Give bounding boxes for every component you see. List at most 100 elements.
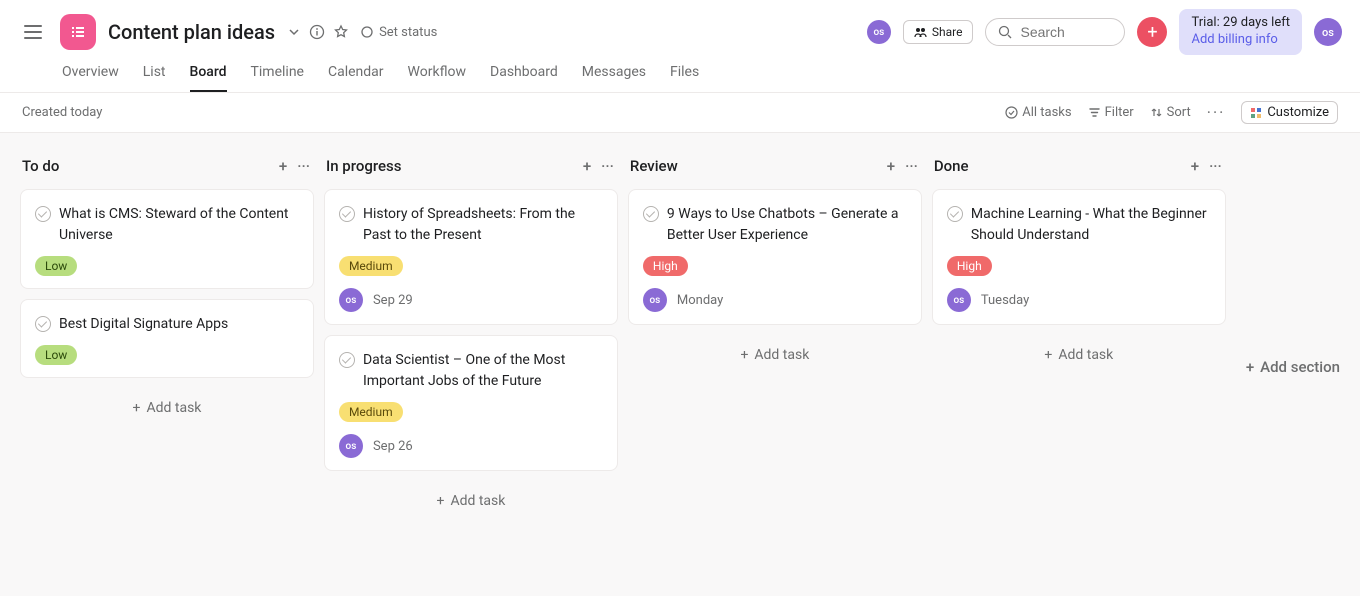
info-icon[interactable] [309, 24, 325, 40]
sort-button[interactable]: Sort [1150, 105, 1191, 120]
add-section-button[interactable]: + Add section [1236, 151, 1340, 578]
priority-badge: High [643, 256, 688, 276]
column-title[interactable]: Done [934, 157, 1183, 175]
priority-badge: Low [35, 256, 77, 276]
column-title[interactable]: In progress [326, 157, 575, 175]
assignee-avatar[interactable]: os [643, 288, 667, 312]
column-todo: To do + ··· What is CMS: Steward of the … [20, 151, 314, 578]
complete-check-icon[interactable] [35, 316, 51, 332]
priority-badge: Medium [339, 402, 403, 422]
task-date: Monday [677, 293, 723, 308]
assignee-avatar[interactable]: os [339, 434, 363, 458]
column-more-icon[interactable]: ··· [295, 155, 312, 177]
filter-label: Filter [1105, 105, 1134, 120]
plus-icon: + [436, 493, 444, 509]
tab-board[interactable]: Board [190, 56, 227, 92]
column-review: Review + ··· 9 Ways to Use Chatbots – Ge… [628, 151, 922, 578]
priority-badge: Low [35, 345, 77, 365]
share-label: Share [932, 25, 963, 39]
tab-files[interactable]: Files [670, 56, 699, 92]
set-status-label: Set status [379, 25, 437, 40]
priority-badge: Medium [339, 256, 403, 276]
add-task-button[interactable]: + Add task [628, 335, 922, 375]
add-task-label: Add task [754, 347, 809, 363]
plus-icon: + [1246, 358, 1254, 376]
add-task-button[interactable]: + Add task [20, 388, 314, 428]
project-title[interactable]: Content plan ideas [108, 20, 275, 44]
member-avatar[interactable]: os [867, 20, 891, 44]
menu-icon[interactable] [18, 19, 48, 45]
star-icon[interactable] [333, 24, 349, 40]
trial-text: Trial: 29 days left [1191, 15, 1290, 32]
sort-icon [1150, 106, 1163, 119]
customize-button[interactable]: Customize [1241, 101, 1338, 124]
task-card[interactable]: History of Spreadsheets: From the Past t… [324, 189, 618, 325]
tab-timeline[interactable]: Timeline [251, 56, 304, 92]
all-tasks-label: All tasks [1022, 105, 1071, 120]
complete-check-icon[interactable] [339, 206, 355, 222]
plus-icon: + [1044, 347, 1052, 363]
task-card[interactable]: What is CMS: Steward of the Content Univ… [20, 189, 314, 289]
set-status-button[interactable]: Set status [361, 25, 437, 40]
assignee-avatar[interactable]: os [339, 288, 363, 312]
chevron-down-icon[interactable] [287, 25, 301, 39]
tab-messages[interactable]: Messages [582, 56, 646, 92]
column-title[interactable]: To do [22, 157, 271, 175]
tab-dashboard[interactable]: Dashboard [490, 56, 558, 92]
project-tabs: Overview List Board Timeline Calendar Wo… [0, 56, 1360, 93]
search-icon [998, 25, 1012, 39]
search-box[interactable] [985, 18, 1125, 46]
task-card[interactable]: Machine Learning - What the Beginner Sho… [932, 189, 1226, 325]
complete-check-icon[interactable] [35, 206, 51, 222]
top-header: Content plan ideas Set status os Share +… [0, 0, 1360, 56]
task-card[interactable]: Data Scientist – One of the Most Importa… [324, 335, 618, 471]
complete-check-icon[interactable] [643, 206, 659, 222]
complete-check-icon[interactable] [339, 352, 355, 368]
task-title: Machine Learning - What the Beginner Sho… [971, 204, 1211, 246]
column-more-icon[interactable]: ··· [903, 155, 920, 177]
column-done: Done + ··· Machine Learning - What the B… [932, 151, 1226, 578]
search-input[interactable] [1020, 24, 1110, 40]
task-card[interactable]: 9 Ways to Use Chatbots – Generate a Bett… [628, 189, 922, 325]
column-add-icon[interactable]: + [581, 155, 593, 177]
column-more-icon[interactable]: ··· [1207, 155, 1224, 177]
assignee-avatar[interactable]: os [947, 288, 971, 312]
board-area: To do + ··· What is CMS: Steward of the … [0, 133, 1360, 596]
filter-icon [1088, 106, 1101, 119]
user-avatar[interactable]: os [1314, 18, 1342, 46]
add-billing-link[interactable]: Add billing info [1191, 32, 1290, 49]
add-task-button[interactable]: + Add task [932, 335, 1226, 375]
project-icon[interactable] [60, 14, 96, 50]
all-tasks-button[interactable]: All tasks [1005, 105, 1071, 120]
task-title: What is CMS: Steward of the Content Univ… [59, 204, 299, 246]
more-options-button[interactable]: ··· [1207, 103, 1226, 122]
tab-overview[interactable]: Overview [62, 56, 119, 92]
task-date: Sep 26 [373, 439, 413, 454]
trial-banner: Trial: 29 days left Add billing info [1179, 9, 1302, 55]
add-task-button[interactable]: + Add task [324, 481, 618, 521]
filter-button[interactable]: Filter [1088, 105, 1134, 120]
tab-list[interactable]: List [143, 56, 166, 92]
task-date: Tuesday [981, 293, 1029, 308]
sort-label: Sort [1167, 105, 1191, 120]
add-section-label: Add section [1260, 358, 1340, 376]
tab-workflow[interactable]: Workflow [408, 56, 467, 92]
column-more-icon[interactable]: ··· [599, 155, 616, 177]
grid-icon [1250, 107, 1262, 119]
task-title: Data Scientist – One of the Most Importa… [363, 350, 603, 392]
column-add-icon[interactable]: + [1189, 155, 1201, 177]
column-in-progress: In progress + ··· History of Spreadsheet… [324, 151, 618, 578]
column-title[interactable]: Review [630, 157, 879, 175]
task-card[interactable]: Best Digital Signature Apps Low [20, 299, 314, 378]
task-date: Sep 29 [373, 293, 413, 308]
share-button[interactable]: Share [903, 20, 974, 44]
column-add-icon[interactable]: + [277, 155, 289, 177]
task-title: 9 Ways to Use Chatbots – Generate a Bett… [667, 204, 907, 246]
global-add-button[interactable]: + [1137, 17, 1167, 47]
tab-calendar[interactable]: Calendar [328, 56, 384, 92]
task-title: Best Digital Signature Apps [59, 314, 228, 335]
column-add-icon[interactable]: + [885, 155, 897, 177]
add-task-label: Add task [146, 400, 201, 416]
complete-check-icon[interactable] [947, 206, 963, 222]
status-circle-icon [361, 26, 373, 38]
